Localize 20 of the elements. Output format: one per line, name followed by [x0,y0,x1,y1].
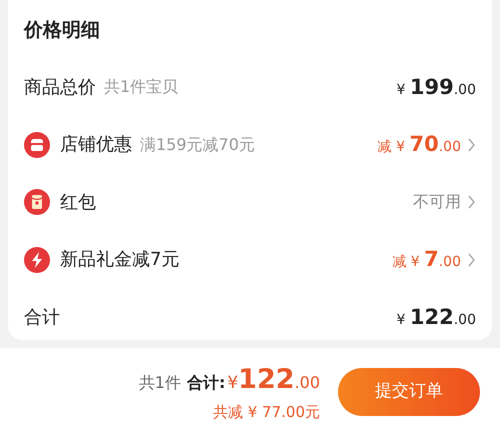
savings-text: 共减 ¥ 77.00元 [212,402,320,422]
row-note: 共1件宝贝 [104,76,178,98]
price-amount: ¥ 122.00 [396,304,476,330]
row-label: 商品总价 [24,76,96,100]
row-label: 合计 [24,306,60,330]
row-label: 店铺优惠 [60,133,132,158]
row-label: 新品礼金减7元 [60,248,180,272]
price-amount: ¥ 199.00 [396,74,476,100]
envelope-icon [24,189,50,216]
submit-order-button[interactable]: 提交订单 [338,368,480,416]
item-count: 共1件 [138,372,181,394]
store-icon [24,132,50,158]
total-price: 合计:¥122.00 [186,363,320,397]
lightning-icon [24,246,50,273]
row-label: 红包 [60,190,96,215]
price-amount: 减 ¥ 7.00 [392,246,461,273]
section-title: 价格明细 [24,18,101,43]
status-text: 不可用 [413,191,461,214]
price-amount: 减 ¥ 70.00 [378,131,461,158]
row-note: 满159元减70元 [140,134,255,156]
